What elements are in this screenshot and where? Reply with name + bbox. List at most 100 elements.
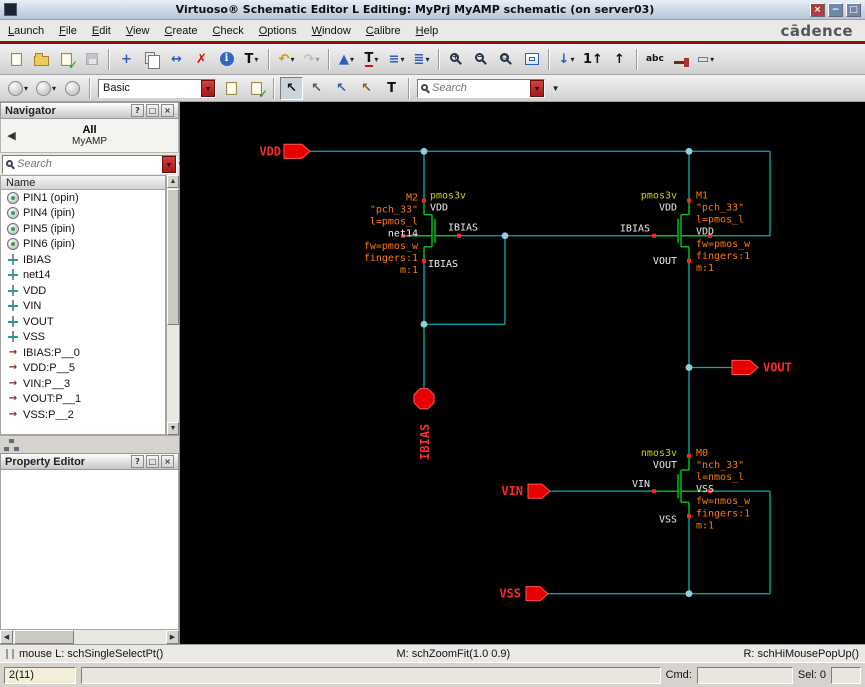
minimize-button[interactable]: − [828, 2, 843, 17]
pin-vdd-arrow[interactable] [283, 143, 311, 159]
property-editor-body[interactable] [0, 470, 179, 630]
create-shape-button[interactable]: ▲ ▾ [335, 48, 358, 71]
create-note-shape-dropdown-icon[interactable]: ▾ [710, 55, 714, 64]
toolbar-search-dropdown-icon[interactable]: ▼ [530, 79, 545, 97]
workspace-2-button[interactable]: ▾ [33, 77, 59, 100]
menu-help[interactable]: Help [416, 25, 439, 37]
wire-width-dropdown-icon[interactable]: ▾ [400, 55, 404, 64]
stretch-button[interactable]: ↔ [165, 48, 188, 71]
navigator-search-input[interactable] [15, 158, 162, 170]
tree-item-ibias[interactable]: IBIAS [1, 252, 165, 268]
maximize-button[interactable]: □ [846, 2, 861, 17]
menu-create[interactable]: Create [164, 25, 197, 37]
tree-item-vss[interactable]: VSS [1, 330, 165, 346]
move-button[interactable]: + [115, 48, 138, 71]
status-grip-icon[interactable] [6, 648, 14, 659]
properties-dropdown-icon[interactable]: ▾ [254, 55, 258, 64]
tree-item-ibias-p-0[interactable]: → IBIAS:P__0 [1, 345, 165, 361]
return-button[interactable]: 1↑ [580, 48, 606, 71]
tree-column-header[interactable]: Name [0, 175, 166, 190]
navigator-close-icon[interactable]: × [161, 104, 174, 117]
hscroll-track[interactable] [13, 630, 166, 644]
delete-button[interactable]: ✗ [190, 48, 213, 71]
wire-width-button[interactable]: ≡ ▾ [385, 48, 408, 71]
tree-item-pin6-ipin-[interactable]: PIN6 (ipin) [1, 237, 165, 253]
app-icon[interactable] [4, 3, 17, 16]
menu-view[interactable]: View [126, 25, 150, 37]
undo-button[interactable]: ↶ ▾ [275, 48, 298, 71]
object-info-button[interactable]: i [215, 48, 238, 71]
pin-vout-arrow[interactable] [731, 359, 759, 376]
descend-edit-dropdown-icon[interactable]: ▾ [570, 55, 574, 64]
tree-item-vin[interactable]: VIN [1, 299, 165, 315]
refresh-display-button[interactable]: ✓ [245, 77, 268, 101]
workspace-3-button[interactable] [61, 77, 84, 100]
mode-select[interactable]: Basic ▼ [98, 78, 217, 98]
property-editor-help-icon[interactable]: ? [131, 455, 144, 468]
menu-file[interactable]: File [59, 25, 77, 37]
select-mode-partial-button[interactable]: ↖ [305, 77, 328, 100]
workspace-2-dropdown-icon[interactable]: ▾ [52, 84, 56, 93]
toolbar-search-options-icon[interactable]: ▼ [548, 79, 563, 98]
tree-item-pin5-ipin-[interactable]: PIN5 (ipin) [1, 221, 165, 237]
scroll-left-icon[interactable]: ◀ [0, 630, 13, 644]
create-note-text-button[interactable]: abc [643, 48, 667, 71]
toolbar-search-input[interactable] [430, 82, 531, 94]
descend-edit-button[interactable]: ↓ ▾ [555, 48, 578, 71]
properties-button[interactable]: T ▾ [240, 48, 263, 71]
back-icon[interactable]: ◀ [3, 127, 20, 144]
scroll-right-icon[interactable]: ▶ [166, 630, 179, 644]
menu-calibre[interactable]: Calibre [366, 25, 401, 37]
scroll-up-icon[interactable]: ▲ [167, 175, 179, 188]
line-style-button[interactable]: ≣ ▾ [410, 48, 433, 71]
save-button[interactable] [80, 48, 103, 71]
select-mode-instance-button[interactable]: ↖ [355, 77, 378, 100]
tree-item-vdd[interactable]: VDD [1, 283, 165, 299]
scroll-track[interactable] [167, 188, 179, 422]
navigator-float-icon[interactable]: □ [146, 104, 159, 117]
tree-item-pin4-ipin-[interactable]: PIN4 (ipin) [1, 206, 165, 222]
zoom-out-button[interactable]: − [470, 48, 493, 71]
property-editor-close-icon[interactable]: × [161, 455, 174, 468]
create-note-shape-button[interactable]: ▭ ▾ [694, 48, 717, 71]
workspace-1-button[interactable]: ▾ [5, 77, 31, 100]
scroll-down-icon[interactable]: ▼ [167, 422, 179, 435]
select-mode-single-button[interactable]: ↖ [280, 76, 304, 100]
return-to-top-button[interactable]: ↑ [608, 48, 631, 71]
scroll-thumb[interactable] [167, 189, 179, 325]
copy-display-button[interactable] [220, 77, 243, 100]
menu-options[interactable]: Options [259, 25, 297, 37]
pin-vss-arrow[interactable] [525, 586, 549, 602]
property-editor-float-icon[interactable]: □ [146, 455, 159, 468]
tree-item-net14[interactable]: net14 [1, 268, 165, 284]
schematic-svg[interactable]: VDDVOUTVINVSSIBIASM2"pch_33"l=pmos_lnet1… [180, 102, 865, 644]
check-and-save-button[interactable]: ✓ [55, 48, 78, 72]
create-shape-dropdown-icon[interactable]: ▾ [350, 55, 354, 64]
line-style-dropdown-icon[interactable]: ▾ [425, 55, 429, 64]
mode-dropdown-icon[interactable]: ▼ [201, 79, 216, 97]
navigator-scrollbar[interactable]: ▲ ▼ [166, 175, 179, 435]
schematic-canvas[interactable]: VDD VOUT VIN VSS IBIAS M2 "pch_33" l=pmos_l net1… [180, 102, 865, 644]
new-cellview-button[interactable] [5, 48, 28, 71]
redo-button[interactable]: ↷ ▾ [300, 48, 323, 71]
tree-item-vout-p-1[interactable]: → VOUT:P__1 [1, 392, 165, 408]
copy-button[interactable] [140, 48, 163, 71]
create-text-button[interactable]: T ▾ [360, 48, 383, 71]
menu-edit[interactable]: Edit [92, 25, 111, 37]
undo-dropdown-icon[interactable]: ▾ [290, 55, 294, 64]
pin-ibias-octagon[interactable] [413, 388, 435, 410]
select-mode-net-button[interactable]: ↖ [330, 77, 353, 100]
tree-item-vout[interactable]: VOUT [1, 314, 165, 330]
zoom-fit-button[interactable] [520, 48, 543, 71]
menu-check[interactable]: Check [213, 25, 244, 37]
pin-vin-arrow[interactable] [527, 483, 551, 499]
create-text-dropdown-icon[interactable]: ▾ [374, 55, 378, 64]
open-button[interactable] [30, 48, 53, 71]
tree-item-vdd-p-5[interactable]: → VDD:P__5 [1, 361, 165, 377]
zoom-to-area-button[interactable]: ▫ [495, 48, 518, 71]
cmd-field[interactable] [696, 666, 793, 684]
zoom-in-button[interactable]: + [445, 48, 468, 71]
navigator-help-icon[interactable]: ? [131, 104, 144, 117]
tree-item-vin-p-3[interactable]: → VIN:P__3 [1, 376, 165, 392]
tree-item-pin1-opin-[interactable]: PIN1 (opin) [1, 190, 165, 206]
